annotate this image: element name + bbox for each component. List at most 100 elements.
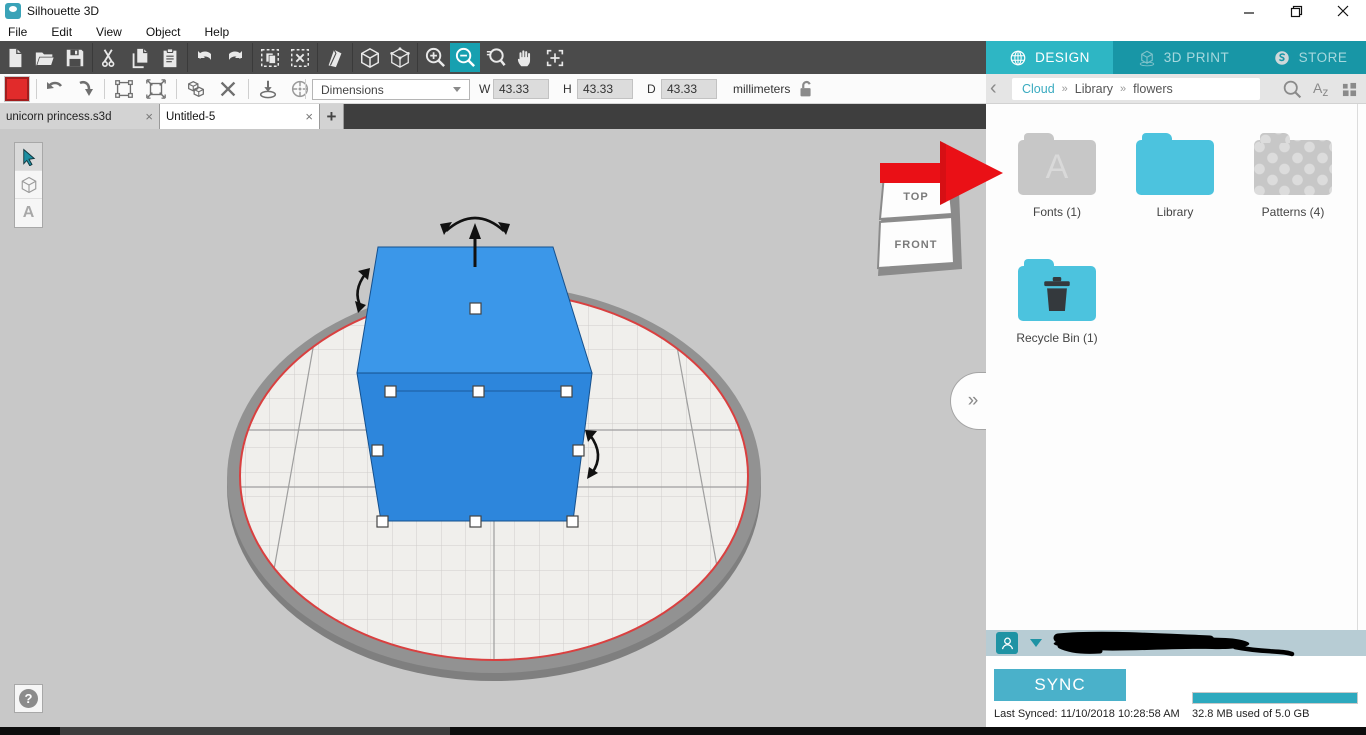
deselect-button[interactable] — [285, 43, 315, 72]
rotate-right-button[interactable] — [72, 76, 100, 102]
menu-view[interactable]: View — [84, 25, 134, 39]
folder-library[interactable]: Library — [1116, 130, 1234, 219]
save-button[interactable] — [60, 43, 90, 72]
restore-icon — [1290, 5, 1302, 17]
redo-button[interactable] — [220, 43, 250, 72]
menu-edit[interactable]: Edit — [39, 25, 84, 39]
patterns-folder-icon — [1254, 133, 1332, 195]
shapes-tool[interactable] — [15, 171, 42, 199]
close-icon — [1337, 5, 1349, 17]
mirror-button[interactable] — [320, 43, 350, 72]
tab-3d-print[interactable]: 3D PRINT — [1113, 41, 1254, 74]
search-button[interactable] — [1282, 79, 1303, 105]
sort-button[interactable]: Az — [1313, 80, 1328, 99]
print-cube-icon — [1139, 50, 1154, 66]
folder-label: Fonts (1) — [1032, 205, 1081, 219]
library-folder-icon — [1136, 133, 1214, 195]
folder-patterns[interactable]: Patterns (4) — [1234, 130, 1352, 219]
open-folder-icon — [35, 52, 55, 66]
select-all-button[interactable] — [255, 43, 285, 72]
tab-close-icon[interactable]: × — [145, 109, 153, 124]
viewport-3d[interactable]: TOP FRONT A ? » — [0, 129, 986, 727]
panel-scrollbar[interactable] — [1357, 104, 1358, 630]
view-front-label: FRONT — [895, 239, 938, 251]
sync-button[interactable]: SYNC — [994, 669, 1126, 701]
text-tool[interactable]: A — [15, 199, 42, 227]
center-target-icon — [291, 80, 309, 98]
sort-az-icon-z: z — [1322, 85, 1329, 99]
restore-button[interactable] — [1279, 0, 1313, 22]
open-file-button[interactable] — [30, 43, 60, 72]
zoom-in-button[interactable] — [420, 43, 450, 72]
cube-tool-icon — [21, 176, 36, 193]
breadcrumb-flowers[interactable]: flowers — [1133, 82, 1173, 96]
pan-button[interactable] — [510, 43, 540, 72]
select-tool[interactable] — [15, 143, 42, 171]
center-view-button[interactable] — [540, 43, 570, 72]
height-field[interactable]: 43.33 — [577, 79, 633, 99]
lock-aspect-button[interactable] — [792, 76, 820, 102]
folder-fonts[interactable]: A Fonts (1) — [998, 130, 1116, 219]
taskbar-app-segment[interactable] — [60, 727, 450, 735]
breadcrumb-cloud[interactable]: Cloud — [1022, 82, 1055, 96]
width-field[interactable]: 43.33 — [493, 79, 549, 99]
help-button[interactable]: ? — [14, 684, 43, 713]
menu-object[interactable]: Object — [134, 25, 193, 39]
copy-button[interactable] — [125, 43, 155, 72]
paste-button[interactable] — [155, 43, 185, 72]
cursor-arrow-icon — [22, 148, 35, 166]
scale-box-icon — [115, 80, 133, 98]
undo-button[interactable] — [190, 43, 220, 72]
user-icon — [1001, 637, 1013, 649]
taskbar[interactable] — [0, 727, 1366, 735]
center-on-platform-button[interactable] — [286, 76, 314, 102]
new-file-icon — [9, 48, 22, 67]
account-button[interactable] — [996, 632, 1018, 654]
scale-arrows-button[interactable] — [142, 76, 170, 102]
solid-view-button[interactable] — [355, 43, 385, 72]
cut-button[interactable] — [95, 43, 125, 72]
minimize-button[interactable] — [1232, 0, 1266, 22]
back-button[interactable]: ‹ — [990, 78, 1010, 100]
depth-field[interactable]: 43.33 — [661, 79, 717, 99]
chevron-right-icon: » — [967, 390, 978, 411]
breadcrumb-library[interactable]: Library — [1075, 82, 1113, 96]
pan-hand-icon — [517, 49, 531, 66]
select-all-icon — [261, 48, 279, 67]
menu-file[interactable]: File — [0, 25, 39, 39]
breadcrumb-separator-icon: » — [1061, 83, 1068, 95]
tab-design[interactable]: DESIGN — [986, 41, 1113, 74]
dimensions-dropdown[interactable]: Dimensions — [312, 79, 470, 100]
cube-solid-icon — [361, 47, 379, 68]
rotate-left-button[interactable] — [40, 76, 68, 102]
tab-store[interactable]: STORE — [1254, 41, 1366, 74]
wireframe-view-button[interactable] — [385, 43, 415, 72]
model-cube[interactable] — [356, 246, 593, 522]
folder-recycle-bin[interactable]: Recycle Bin (1) — [998, 256, 1116, 345]
scale-handles-button[interactable] — [110, 76, 138, 102]
view-mode-button[interactable] — [1342, 82, 1357, 102]
document-tab-bar: unicorn princess.s3d × Untitled-5 × + — [0, 104, 986, 129]
tab-untitled-5[interactable]: Untitled-5 × — [160, 104, 320, 129]
close-button[interactable] — [1326, 0, 1360, 22]
toolbar-separator — [252, 43, 253, 72]
store-logo-icon — [1274, 50, 1289, 65]
menu-help[interactable]: Help — [193, 25, 242, 39]
tab-unicorn-princess[interactable]: unicorn princess.s3d × — [0, 104, 160, 129]
new-tab-button[interactable]: + — [320, 104, 344, 129]
zoom-out-button[interactable] — [450, 43, 480, 72]
tab-close-icon[interactable]: × — [305, 109, 313, 124]
delete-button[interactable] — [214, 76, 242, 102]
group-button[interactable] — [182, 76, 210, 102]
drop-to-platform-button[interactable] — [254, 76, 282, 102]
zoom-in-icon — [425, 47, 445, 68]
color-swatch[interactable] — [4, 76, 30, 102]
folder-label: Library — [1156, 205, 1194, 219]
folder-label: Recycle Bin (1) — [1016, 331, 1098, 345]
redo-icon — [229, 50, 242, 60]
panel-tab-bar: DESIGN 3D PRINT STORE — [986, 41, 1366, 74]
rotate-right-icon — [79, 80, 93, 96]
new-file-button[interactable] — [0, 43, 30, 72]
zoom-to-drawing-button[interactable] — [480, 43, 510, 72]
drop-to-platform-icon — [259, 80, 277, 99]
